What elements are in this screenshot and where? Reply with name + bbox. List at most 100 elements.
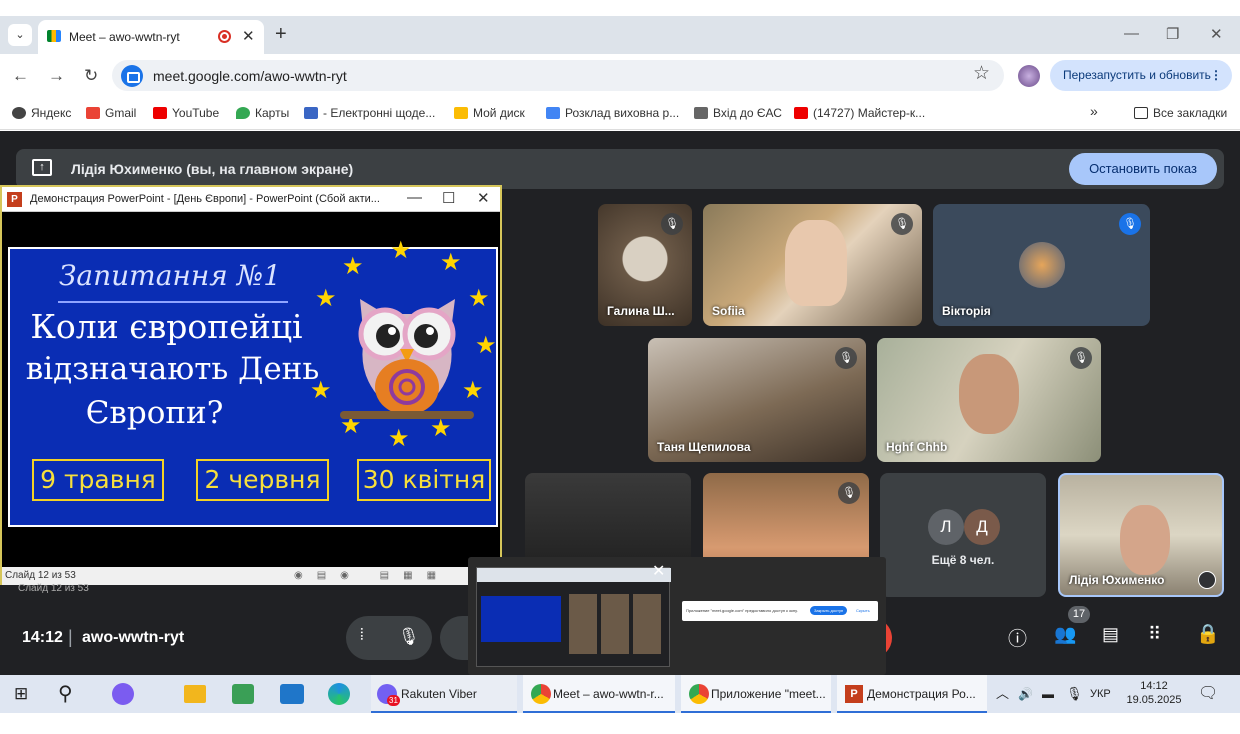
bookmark-item[interactable]: YouTube [153, 106, 219, 120]
participant-tile[interactable]: 🎙 Вікторія [933, 204, 1150, 326]
question-heading: Запитання №1 [58, 259, 282, 292]
maps-icon [236, 107, 250, 119]
participant-tile[interactable]: 🎙 Hghf Chhb [877, 338, 1101, 462]
participant-avatar: Л [928, 509, 964, 545]
bookmark-item[interactable]: Вхід до ЄАС [694, 106, 782, 120]
taskbar-item-chrome-app[interactable]: Приложение "meet... [681, 675, 831, 713]
taskbar-item-meet[interactable]: Meet – awo-wwtn-r... [523, 675, 675, 713]
slide-counter: Слайд 12 из 53 [5, 570, 76, 581]
star-icon: ★ [388, 425, 410, 452]
close-preview-icon[interactable]: ✕ [652, 561, 665, 581]
taskbar-item-powerpoint[interactable]: P Демонстрация Ро... [837, 675, 987, 713]
people-count-badge: 17 [1068, 606, 1090, 623]
reload-icon[interactable]: ↻ [84, 66, 98, 86]
tray-overflow-icon[interactable]: ︿ [996, 675, 1009, 713]
divider [58, 301, 288, 303]
microphone-icon[interactable]: 🎙 [398, 627, 420, 647]
bookmark-icon [304, 107, 318, 119]
participant-tile-self[interactable]: Лідія Юхименко [1058, 473, 1224, 597]
bookmark-item[interactable]: Карты [236, 106, 289, 120]
window-title: Демонстрация PowerPoint - [День Європи] … [30, 193, 380, 205]
input-language[interactable]: УКР [1090, 675, 1111, 713]
bookmark-item[interactable]: Мой диск [454, 106, 525, 120]
outlook-icon[interactable] [280, 684, 304, 704]
participant-tile[interactable]: 🎙 Sofiia [703, 204, 922, 326]
powerpoint-window[interactable]: P Демонстрация PowerPoint - [День Європи… [0, 185, 502, 585]
restore-icon[interactable]: ❐ [1166, 25, 1179, 43]
star-icon: ★ [342, 253, 364, 280]
start-icon[interactable]: ⊞ [14, 675, 28, 713]
answer-option: 2 червня [196, 459, 329, 501]
mic-control[interactable]: ⦙ 🎙 [346, 616, 432, 660]
notification-badge: 31 [387, 695, 400, 706]
muted-mic-icon: 🎙 [891, 213, 913, 235]
url-text: meet.google.com/awo-wwtn-ryt [153, 68, 347, 84]
muted-mic-icon: 🎙 [835, 347, 857, 369]
activities-icon[interactable]: ⠿ [1148, 624, 1161, 645]
bookmark-star-icon[interactable]: ☆ [973, 64, 990, 83]
taskbar-item-viber[interactable]: 31 Rakuten Viber [371, 675, 517, 713]
site-info-icon[interactable] [121, 65, 143, 87]
app-icon[interactable] [112, 683, 134, 705]
pin-icon[interactable] [1198, 571, 1216, 589]
all-bookmarks[interactable]: Все закладки [1134, 106, 1227, 120]
answer-option: 30 квітня [357, 459, 491, 501]
participant-name: Sofiia [712, 304, 745, 318]
maximize-icon[interactable]: ☐ [442, 189, 455, 207]
close-tab-icon[interactable]: ✕ [242, 27, 255, 45]
file-explorer-icon[interactable] [184, 685, 206, 703]
browser-tab-strip: ⌄ Meet – awo-wwtn-ryt ✕ + — ❐ ✕ [0, 16, 1240, 54]
powerpoint-icon: P [7, 192, 22, 207]
relaunch-button[interactable]: Перезапустить и обновить ⋮ [1050, 60, 1232, 91]
people-icon[interactable]: 👥 [1054, 624, 1076, 645]
profile-avatar[interactable] [1018, 65, 1040, 87]
tab-search-button[interactable]: ⌄ [8, 24, 32, 46]
participant-video [959, 354, 1019, 434]
youtube-icon [794, 107, 808, 119]
gmail-icon [86, 107, 100, 119]
chat-icon[interactable]: ▤ [1102, 624, 1119, 645]
share-dialog: Приложение "meet.google.com" предоставил… [682, 601, 878, 621]
bookmark-item[interactable]: Розклад виховна р... [546, 106, 679, 120]
info-icon[interactable]: ⓘ [1008, 624, 1027, 651]
store-icon[interactable] [232, 684, 254, 704]
bookmark-item[interactable]: - Електронні щоде... [304, 106, 435, 120]
host-controls-icon[interactable]: 🔒 [1196, 622, 1220, 646]
stop-presenting-button[interactable]: Остановить показ [1069, 153, 1217, 185]
camera-control[interactable] [440, 616, 470, 660]
hide-link[interactable]: Скрыть [856, 608, 870, 613]
stop-sharing-button[interactable]: Закрыть доступ [810, 606, 848, 615]
close-window-icon[interactable]: ✕ [1210, 25, 1223, 43]
participant-tile[interactable]: 🎙 Галина Ш... [598, 204, 692, 326]
meeting-code: awo-wwtn-ryt [82, 629, 185, 646]
share-dialog-text: Приложение "meet.google.com" предоставил… [686, 608, 798, 613]
forward-icon[interactable]: → [48, 66, 65, 86]
volume-icon[interactable]: 🔊 [1018, 675, 1033, 713]
clock[interactable]: 14:12 19.05.2025 [1124, 675, 1184, 713]
bookmark-item[interactable]: Gmail [86, 106, 136, 120]
more-participants-tile[interactable]: Л Д Ещё 8 чел. [880, 473, 1046, 597]
taskbar-preview[interactable]: ✕ Приложение "meet.google.com" предостав… [468, 557, 886, 675]
menu-kebab-icon[interactable]: ⋮ [1210, 60, 1222, 91]
notifications-icon[interactable]: 🗨 [1198, 675, 1218, 713]
search-icon[interactable]: ⚲ [58, 675, 73, 713]
close-window-icon[interactable]: ✕ [477, 189, 490, 207]
participant-name: Вікторія [942, 304, 991, 318]
participant-tile[interactable]: 🎙 Таня Щепилова [648, 338, 866, 462]
battery-icon[interactable]: ▬ [1042, 675, 1054, 713]
meeting-time: 14:12 [22, 629, 63, 646]
view-controls[interactable]: ◉▤◉ ▤▦▦ [294, 567, 450, 585]
new-tab-button[interactable]: + [275, 23, 287, 46]
bookmark-item[interactable]: Яндекс [12, 106, 71, 120]
minimize-icon[interactable]: — [407, 189, 422, 206]
microphone-tray-icon[interactable]: 🎙 [1066, 675, 1083, 713]
tab-meet[interactable]: Meet – awo-wwtn-ryt ✕ [38, 20, 264, 54]
muted-mic-icon: 🎙 [1070, 347, 1092, 369]
bookmark-item[interactable]: (14727) Майстер-к... [794, 106, 925, 120]
preview-titlebar [477, 568, 671, 582]
back-icon[interactable]: ← [12, 66, 29, 86]
edge-icon[interactable] [328, 683, 350, 705]
minimize-icon[interactable]: — [1124, 25, 1139, 42]
bookmarks-overflow[interactable]: » [1090, 103, 1098, 119]
address-bar[interactable]: meet.google.com/awo-wwtn-ryt ☆ [112, 60, 1004, 91]
